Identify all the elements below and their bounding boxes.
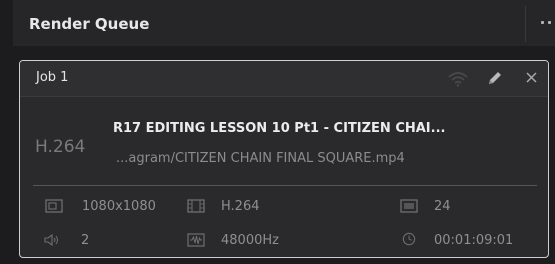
job-card[interactable]: Job 1 H.264 R17 EDITING LESSON 10 Pt1 - …	[19, 60, 549, 258]
codec-label: H.264	[35, 137, 86, 157]
frame-size-icon	[45, 199, 63, 213]
job-name: Job 1	[36, 70, 69, 85]
job-title: R17 EDITING LESSON 10 Pt1 - CITIZEN CHAI…	[113, 121, 446, 136]
frame-rate-icon	[400, 199, 418, 213]
pencil-icon[interactable]	[487, 70, 503, 86]
spec-duration: 00:01:09:01	[434, 233, 514, 248]
spec-codec: H.264	[221, 199, 260, 214]
header-divider	[525, 6, 526, 42]
spec-audio-channels: 2	[81, 233, 90, 248]
wifi-icon	[448, 72, 468, 87]
job-header: Job 1	[20, 61, 548, 97]
waveform-icon	[187, 233, 205, 247]
card-divider	[33, 185, 537, 186]
close-icon[interactable]	[525, 71, 538, 84]
panel-title: Render Queue	[29, 15, 150, 33]
spec-resolution: 1080x1080	[82, 199, 156, 214]
spec-sample-rate: 48000Hz	[221, 233, 279, 248]
clock-icon	[402, 232, 416, 246]
film-codec-icon	[187, 199, 205, 213]
render-queue-header: Render Queue	[13, 0, 555, 46]
spec-framerate: 24	[434, 199, 451, 214]
speaker-icon	[44, 233, 58, 247]
job-output-path: ...agram/CITIZEN CHAIN FINAL SQUARE.mp4	[116, 151, 405, 166]
more-icon[interactable]	[534, 14, 555, 30]
